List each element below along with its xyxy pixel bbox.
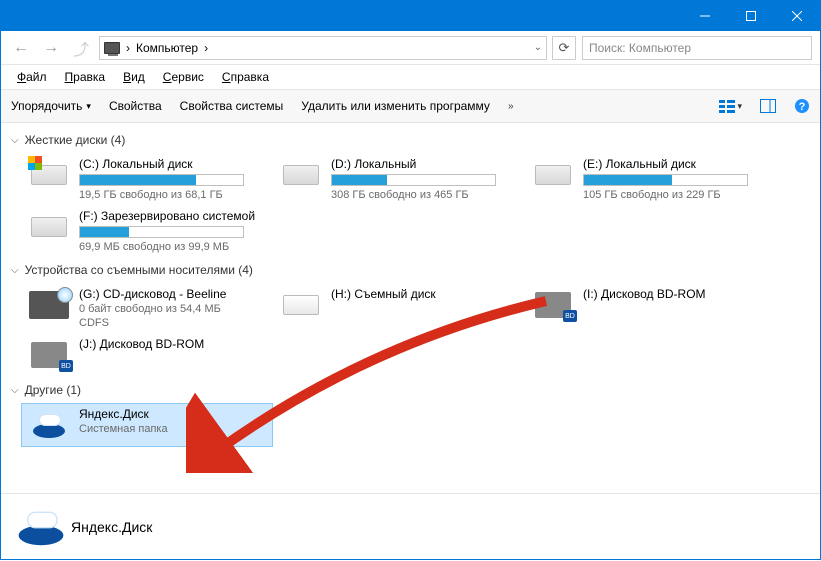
drive-j[interactable]: (J:) Дисковод BD-ROM [21,333,273,377]
drive-i-name: (I:) Дисковод BD-ROM [583,287,706,301]
organize-button[interactable]: Упорядочить ▾ [11,99,91,113]
chevron-down-icon: ⌵ [11,385,19,396]
back-button[interactable]: ← [9,36,33,60]
chevron-down-icon: ⌵ [11,265,19,276]
refresh-button[interactable]: ⟳ [552,36,576,60]
address-dropdown-icon[interactable]: ⌄ [534,42,542,53]
organize-label: Упорядочить [11,99,82,113]
chevron-down-icon: ▾ [86,101,91,112]
drive-g-fs: CDFS [79,317,226,329]
status-bar: Яндекс.Диск [1,493,820,559]
properties-button[interactable]: Свойства [109,99,162,113]
computer-icon [104,42,120,54]
minimize-button[interactable] [682,1,728,31]
drive-e-free: 105 ГБ свободно из 229 ГБ [583,189,748,201]
drive-c[interactable]: (C:) Локальный диск 19,5 ГБ свободно из … [21,153,273,205]
drive-d-progress [331,174,496,186]
drive-e-progress [583,174,748,186]
breadcrumb-root[interactable]: Компьютер [136,41,198,55]
view-mode-button[interactable]: ▾ [719,99,742,113]
drive-f-free: 69,9 МБ свободно из 99,9 МБ [79,241,255,253]
organize-toolbar: Упорядочить ▾ Свойства Свойства системы … [1,89,820,123]
chevron-down-icon: ⌵ [11,135,19,146]
help-button[interactable]: ? [794,98,810,114]
maximize-button[interactable] [728,1,774,31]
drive-j-name: (J:) Дисковод BD-ROM [79,337,204,351]
group-other: Яндекс.Диск Системная папка [1,403,820,447]
menu-tools[interactable]: СервисСервис [163,70,204,84]
status-selected-label: Яндекс.Диск [71,519,152,535]
system-properties-button[interactable]: Свойства системы [180,99,284,113]
yandex-name: Яндекс.Диск [79,407,168,421]
bd-drive-icon [533,287,573,323]
drive-d[interactable]: (D:) Локальный 308 ГБ свободно из 465 ГБ [273,153,525,205]
group-removable: (G:) CD-дисковод - Beeline 0 байт свобод… [1,283,820,377]
menu-help[interactable]: СправкаСправка [222,70,269,84]
hdd-icon [29,157,69,193]
drive-d-free: 308 ГБ свободно из 465 ГБ [331,189,496,201]
search-input[interactable]: Поиск: Компьютер [582,36,812,60]
breadcrumb-sep: › [126,41,130,55]
menu-view[interactable]: ВидВид [123,70,145,84]
group-hdd-title: Жесткие диски (4) [25,133,126,147]
address-bar[interactable]: › Компьютер › ⌄ [99,36,547,60]
menu-bar: ФФайлайл ПравкаПравка ВидВид СервисСерви… [1,65,820,89]
cd-drive-icon [29,287,69,323]
drive-g[interactable]: (G:) CD-дисковод - Beeline 0 байт свобод… [21,283,273,333]
drive-h-name: (H:) Съемный диск [331,287,436,301]
drive-f-progress [79,226,244,238]
group-header-other[interactable]: ⌵ Другие (1) [1,377,820,403]
yandex-disk-item[interactable]: Яндекс.Диск Системная папка [21,403,273,447]
drive-g-name: (G:) CD-дисковод - Beeline [79,287,226,301]
toolbar-overflow-icon[interactable]: » [508,101,514,112]
drive-f[interactable]: (F:) Зарезервировано системой 69,9 МБ св… [21,205,273,257]
yandex-disk-icon [19,508,64,544]
forward-button[interactable]: → [39,36,63,60]
uninstall-button[interactable]: Удалить или изменить программу [301,99,490,113]
group-removable-title: Устройства со съемными носителями (4) [25,263,253,277]
hdd-icon [281,157,321,193]
close-button[interactable] [774,1,820,31]
drive-c-progress [79,174,244,186]
navigation-row: ← → ⤴ › Компьютер › ⌄ ⟳ Поиск: Компьютер [1,31,820,65]
up-button[interactable]: ⤴ [69,36,93,60]
drive-h[interactable]: (H:) Съемный диск [273,283,525,333]
drive-g-free: 0 байт свободно из 54,4 МБ [79,303,226,315]
drive-f-name: (F:) Зарезервировано системой [79,209,255,223]
yandex-sub: Системная папка [79,423,168,435]
drive-e[interactable]: (E:) Локальный диск 105 ГБ свободно из 2… [525,153,777,205]
hdd-icon [29,209,69,245]
breadcrumb-sep: › [204,41,208,55]
yandex-disk-icon [29,407,69,443]
svg-text:?: ? [799,101,806,113]
bd-drive-icon [29,337,69,373]
group-hdd: (C:) Локальный диск 19,5 ГБ свободно из … [1,153,820,257]
menu-file[interactable]: ФФайлайл [17,70,47,84]
drive-i[interactable]: (I:) Дисковод BD-ROM [525,283,777,333]
group-header-hdd[interactable]: ⌵ Жесткие диски (4) [1,127,820,153]
group-header-removable[interactable]: ⌵ Устройства со съемными носителями (4) [1,257,820,283]
search-placeholder: Поиск: Компьютер [589,41,691,55]
removable-icon [281,287,321,323]
group-other-title: Другие (1) [25,383,81,397]
drive-d-name: (D:) Локальный [331,157,496,171]
hdd-icon [533,157,573,193]
menu-edit[interactable]: ПравкаПравка [65,70,106,84]
title-bar [1,1,820,31]
drive-c-free: 19,5 ГБ свободно из 68,1 ГБ [79,189,244,201]
drive-e-name: (E:) Локальный диск [583,157,748,171]
drive-c-name: (C:) Локальный диск [79,157,244,171]
preview-pane-button[interactable] [760,99,776,113]
